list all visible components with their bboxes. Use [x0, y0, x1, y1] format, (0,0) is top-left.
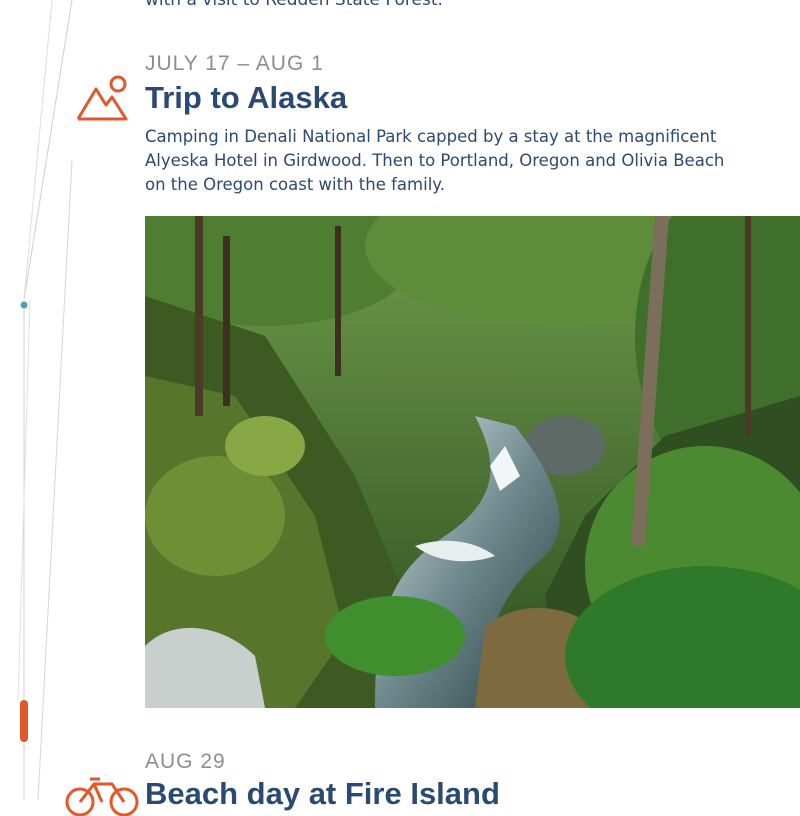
- entry-date: AUG 29: [145, 750, 226, 773]
- timeline-entry: AUG 29: [145, 750, 226, 774]
- timeline-entry-desc-wrap: Camping in Denali National Park capped b…: [145, 125, 745, 197]
- forest-river-gorge-photo[interactable]: [145, 216, 800, 708]
- timeline-entry-title-wrap: Beach day at Fire Island: [145, 776, 500, 812]
- entry-title[interactable]: Beach day at Fire Island: [145, 776, 500, 812]
- previous-entry-text: with a visit to Redden State Forest.: [145, 0, 443, 10]
- timeline-marker: [20, 700, 28, 742]
- mountain-sun-icon: [76, 75, 128, 121]
- entry-date: JULY 17 – AUG 1: [145, 52, 324, 75]
- bicycle-icon: [65, 777, 139, 816]
- entry-title[interactable]: Trip to Alaska: [145, 80, 347, 116]
- timeline-dot: [20, 301, 28, 309]
- timeline-line: [37, 159, 73, 800]
- entry-description: Camping in Denali National Park capped b…: [145, 127, 725, 194]
- timeline-entry: JULY 17 – AUG 1: [145, 52, 324, 76]
- timeline-entry-title-wrap: Trip to Alaska: [145, 80, 347, 116]
